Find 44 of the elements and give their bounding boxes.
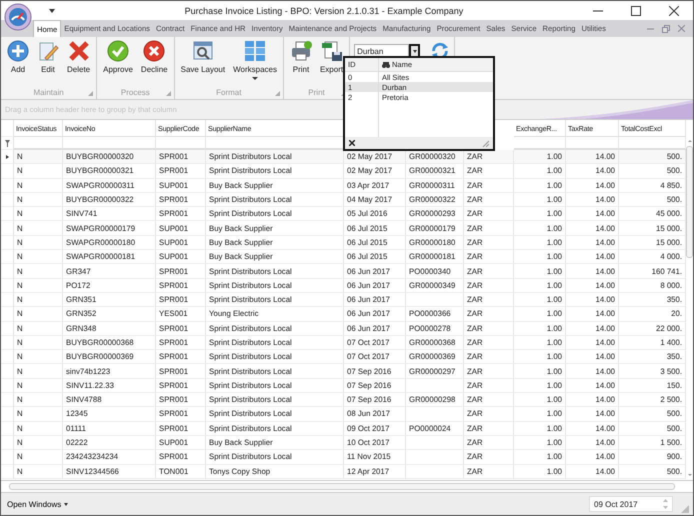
printer-icon [290,40,312,62]
ribbon-button[interactable]: Approve [99,39,137,86]
check-icon [107,40,130,62]
current-row-icon [6,154,8,159]
ribbon-button[interactable]: Workspaces [229,39,281,86]
ribbon-button[interactable]: Delete [63,39,94,86]
table-cell [406,450,464,465]
ribbon-button[interactable]: Decline [136,39,172,86]
group-label: Format [216,88,242,97]
maximize-icon[interactable] [631,6,641,16]
ribbon-button[interactable]: Save Layout [176,39,230,86]
cancel-icon [143,40,166,62]
layout-search-icon [192,40,214,62]
group-label: Print [308,88,325,97]
resize-grip-icon[interactable] [681,505,689,513]
caret-icon [252,77,258,80]
window-title: Purchase Invoice Listing - BPO: Version 2.1.0.31 - Example Company [184,6,464,16]
dialog-launcher-icon[interactable] [88,91,94,96]
open-windows-button[interactable]: Open Windows [5,498,70,510]
group-label: Process [120,88,150,97]
table-cell [406,436,464,450]
dialog-launcher-icon[interactable] [274,91,280,96]
delete-icon [68,40,90,62]
table-cell [406,378,464,394]
table-cell [406,407,464,422]
close-icon[interactable] [349,140,355,146]
dialog-launcher-icon[interactable] [166,91,171,96]
resize-grip-icon[interactable] [482,140,489,146]
pencil-note-icon [37,40,59,62]
ribbon-button[interactable]: Print [286,39,316,86]
filter-icon[interactable] [4,140,10,146]
grid-icon [244,40,266,62]
ribbon-button[interactable]: Edit [33,39,63,86]
quick-access-caret-icon[interactable] [49,8,55,12]
table-cell [406,292,464,308]
spinner-icon [663,498,668,510]
binoculars-icon [382,62,390,68]
plus-icon [7,40,29,62]
group-label: Maintain [33,88,64,97]
ribbon-button[interactable]: Add [3,39,33,86]
close-icon[interactable] [669,6,679,16]
date-field[interactable]: 09 Oct 2017 [589,496,673,512]
table-cell [406,464,464,479]
restore-icon[interactable] [662,24,670,32]
